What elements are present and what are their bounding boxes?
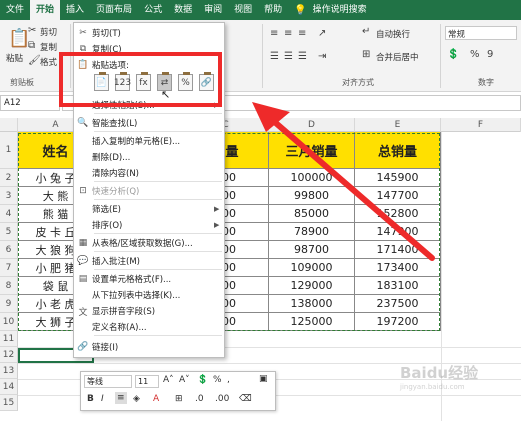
increase-decimal-icon[interactable]: .0: [195, 394, 204, 404]
percent-button[interactable]: %: [213, 375, 222, 385]
watermark-text: Baidu经验: [400, 364, 479, 382]
font-color-icon[interactable]: A: [153, 394, 159, 404]
mini-toolbar: 等线 11 A˄ A˅ 💲 % , ▣ B I ≡ ◈ A ⊞ .0 .00 ⌫: [80, 371, 276, 411]
font-size-dropdown[interactable]: 11: [135, 375, 159, 388]
baidu-watermark: Baidu经验 jingyan.baidu.com: [400, 362, 521, 412]
format-painter-icon[interactable]: ▣: [259, 374, 268, 384]
bold-button[interactable]: B: [87, 394, 94, 404]
increase-font-icon[interactable]: A˄: [163, 375, 174, 385]
decrease-font-icon[interactable]: A˅: [179, 375, 190, 385]
font-dropdown[interactable]: 等线: [84, 375, 132, 388]
align-center-icon[interactable]: ≡: [115, 392, 127, 404]
comma-button[interactable]: ,: [227, 375, 230, 385]
annotation-arrow: [252, 102, 435, 261]
fill-color-icon[interactable]: ◈: [133, 394, 140, 404]
watermark-subtext: jingyan.baidu.com: [400, 383, 465, 391]
eraser-icon[interactable]: ⌫: [239, 394, 252, 404]
borders-icon[interactable]: ⊞: [175, 394, 183, 404]
italic-button[interactable]: I: [101, 394, 104, 404]
decrease-decimal-icon[interactable]: .00: [215, 394, 229, 404]
currency-icon[interactable]: 💲: [197, 375, 208, 385]
